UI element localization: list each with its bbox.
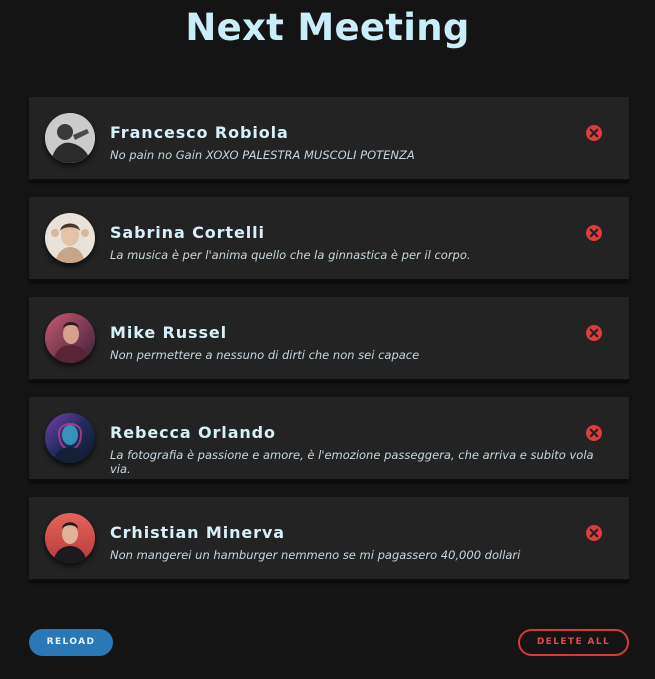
person-quote: La musica è per l'anima quello che la gi…: [110, 248, 471, 262]
person-photo-avatar: [45, 413, 95, 463]
avatar: [45, 413, 95, 463]
person-name: Rebecca Orlando: [110, 423, 276, 442]
person-quote: La fotografia è passione e amore, è l'em…: [110, 448, 594, 476]
person-quote: Non permettere a nessuno di dirti che no…: [110, 348, 420, 362]
remove-icon[interactable]: [585, 324, 603, 342]
meeting-card: Francesco Robiola No pain no Gain XOXO P…: [29, 97, 629, 181]
remove-icon[interactable]: [585, 224, 603, 242]
meeting-list: Francesco Robiola No pain no Gain XOXO P…: [29, 97, 629, 581]
remove-icon[interactable]: [585, 524, 603, 542]
page-title: Next Meeting: [185, 6, 470, 49]
meeting-card: Mike Russel Non permettere a nessuno di …: [29, 297, 629, 381]
person-name: Crhistian Minerva: [110, 523, 285, 542]
person-photo-avatar: [45, 113, 95, 163]
avatar: [45, 113, 95, 163]
person-photo-avatar: [45, 313, 95, 363]
remove-icon[interactable]: [585, 424, 603, 442]
person-photo-avatar: [45, 213, 95, 263]
person-name: Sabrina Cortelli: [110, 223, 265, 242]
avatar: [45, 313, 95, 363]
avatar: [45, 513, 95, 563]
remove-icon[interactable]: [585, 124, 603, 142]
meeting-card: Crhistian Minerva Non mangerei un hambur…: [29, 497, 629, 581]
person-photo-avatar: [45, 513, 95, 563]
page: Next Meeting Francesco Robiola No pain n…: [0, 0, 655, 679]
avatar: [45, 213, 95, 263]
person-name: Francesco Robiola: [110, 123, 289, 142]
person-quote: No pain no Gain XOXO PALESTRA MUSCOLI PO…: [110, 148, 415, 162]
person-name: Mike Russel: [110, 323, 228, 342]
reload-button[interactable]: RELOAD: [29, 629, 113, 656]
person-quote: Non mangerei un hamburger nemmeno se mi …: [110, 548, 521, 562]
meeting-card: Rebecca Orlando La fotografia è passione…: [29, 397, 629, 481]
delete-all-button[interactable]: DELETE ALL: [518, 629, 629, 656]
meeting-card: Sabrina Cortelli La musica è per l'anima…: [29, 197, 629, 281]
